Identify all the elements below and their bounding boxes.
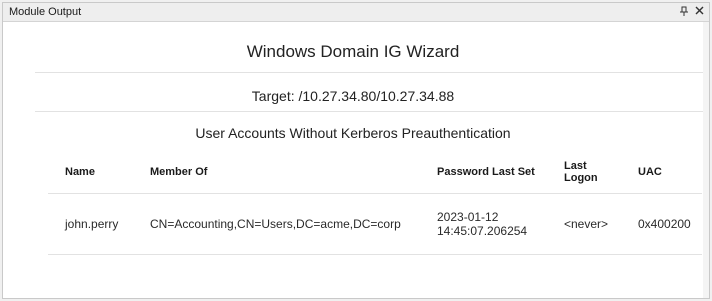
results-table: Name Member Of Password Last Set Last Lo… [48, 151, 702, 255]
divider [35, 72, 703, 73]
report-heading: Windows Domain IG Wizard [246, 42, 460, 61]
panel-controls [678, 6, 705, 19]
table-header-row: Name Member Of Password Last Set Last Lo… [48, 151, 702, 194]
pin-icon[interactable] [678, 6, 690, 19]
column-header-last-logon: Last Logon [547, 151, 621, 194]
cell-uac: 0x400200 [621, 193, 702, 255]
column-header-member-of: Member Of [133, 151, 420, 194]
report-content: Windows Domain IG Wizard Target: /10.27.… [3, 22, 709, 298]
panel-titlebar: Module Output [3, 3, 709, 22]
cell-password-last-set: 2023-01-12 14:45:07.206254 [420, 193, 547, 255]
password-last-set-text: 2023-01-12 14:45:07.206254 [437, 210, 528, 238]
last-logon-header-text: Last Logon [564, 160, 598, 184]
column-header-password-last-set: Password Last Set [420, 151, 547, 194]
divider [35, 111, 703, 112]
section-title: User Accounts Without Kerberos Preauthen… [195, 125, 511, 141]
close-icon[interactable] [693, 6, 705, 19]
cell-last-logon: <never> [547, 193, 621, 255]
cell-member-of: CN=Accounting,CN=Users,DC=acme,DC=corp [133, 193, 420, 255]
table-row: john.perry CN=Accounting,CN=Users,DC=acm… [48, 193, 702, 255]
panel-title: Module Output [9, 6, 82, 18]
target-label: Target: /10.27.34.80/10.27.34.88 [251, 88, 455, 104]
column-header-uac: UAC [621, 151, 702, 194]
module-output-panel: Module Output Windows Domain IG Wizard T… [2, 2, 710, 299]
cell-name: john.perry [48, 193, 133, 255]
column-header-name: Name [48, 151, 133, 194]
